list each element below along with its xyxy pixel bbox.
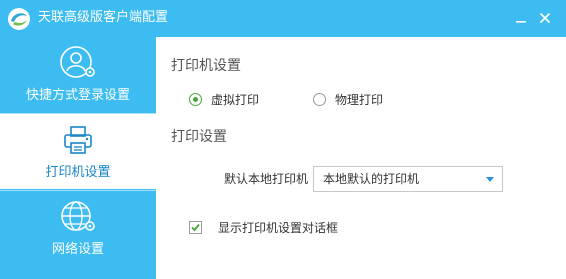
printer-icon (56, 121, 100, 159)
radio-label: 虚拟打印 (211, 92, 260, 107)
virtual-print-radio[interactable]: 虚拟打印 (189, 90, 259, 108)
printer-section-title: 打印机设置 (171, 58, 241, 74)
chevron-down-icon (486, 177, 494, 182)
sidebar-item-label: 快捷方式登录设置 (25, 88, 130, 103)
close-button[interactable] (534, 6, 556, 30)
window-title: 天联高级版客户端配置 (38, 10, 169, 25)
checkbox-label: 显示打印机设置对话框 (218, 220, 339, 235)
sidebar-item-printer[interactable]: 打印机设置 (0, 114, 156, 189)
default-printer-select[interactable]: 本地默认的打印机 (313, 166, 503, 192)
radio-label: 物理打印 (335, 92, 384, 107)
checkbox-checked-icon (189, 220, 202, 234)
sidebar-item-label: 打印机设置 (45, 165, 111, 180)
radio-checked-icon (189, 92, 202, 106)
select-value: 本地默认的打印机 (323, 172, 420, 186)
sidebar-item-shortcut-login[interactable]: 快捷方式登录设置 (0, 37, 156, 112)
minimize-button[interactable] (510, 6, 532, 30)
sidebar-item-label: 网络设置 (51, 242, 104, 257)
minimize-icon (515, 9, 527, 28)
globe-gear-icon (56, 198, 100, 236)
close-icon (539, 9, 551, 28)
sidebar-item-network[interactable]: 网络设置 (0, 191, 156, 266)
title-bar: 天联高级版客户端配置 (0, 0, 566, 37)
physical-print-radio[interactable]: 物理打印 (313, 90, 383, 108)
show-printer-dialog-checkbox[interactable]: 显示打印机设置对话框 (189, 218, 338, 236)
sidebar: 快捷方式登录设置 打印机设置 网络设置 (0, 37, 156, 279)
default-printer-label: 默认本地打印机 (224, 172, 309, 186)
radio-unchecked-icon (313, 92, 326, 106)
app-logo-icon (7, 7, 31, 31)
print-section-title: 打印设置 (171, 129, 227, 145)
user-gear-icon (56, 44, 100, 82)
